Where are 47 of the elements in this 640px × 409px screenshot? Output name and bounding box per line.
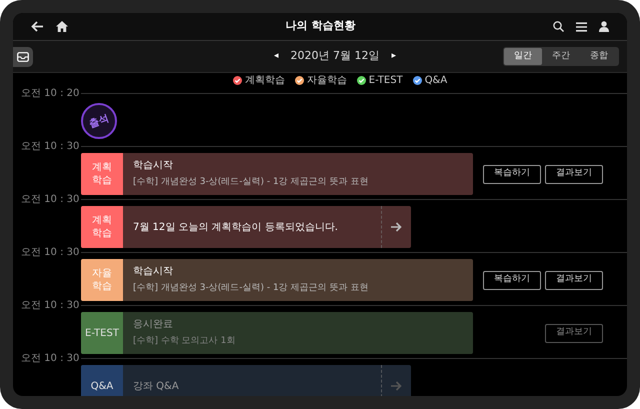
action-button[interactable]: 복습하기 — [483, 270, 541, 290]
card-title: 학습시작 — [133, 265, 174, 280]
time-label: 오전 10 : 30 — [20, 142, 80, 152]
category-badge: 자율 학습 — [81, 259, 123, 301]
person-icon[interactable] — [599, 21, 609, 32]
right-arrow-icon — [391, 381, 402, 391]
action-button[interactable]: 결과보기 — [545, 324, 603, 342]
card-subtitle: [수학] 개념완성 3-상(레드-실력) - 1강 제곱근의 뜻과 표현 — [133, 282, 370, 296]
view-tab[interactable]: 주간 — [542, 48, 580, 65]
notice-card[interactable]: 계획 학습 7월 12일 오늘의 계획학습이 등록되었습니다. — [81, 206, 411, 248]
card-title: 응시완료 — [133, 318, 174, 332]
inbox-button[interactable] — [13, 47, 33, 67]
category-badge: Q&A — [81, 365, 123, 396]
time-label: 오전 10 : 20 — [20, 88, 80, 98]
category-badge: 계획 학습 — [81, 153, 123, 195]
view-tab[interactable]: 종합 — [580, 48, 618, 65]
previous-date-button[interactable]: ◂ — [274, 50, 278, 64]
category-badge: 계획 학습 — [81, 206, 123, 248]
right-arrow-icon — [391, 222, 402, 232]
legend-label: 계획학습 — [244, 74, 285, 88]
card-title: 7월 12일 오늘의 계획학습이 등록되었습니다. — [133, 220, 339, 234]
time-label: 오전 10 : 30 — [20, 248, 80, 258]
inbox-icon — [17, 52, 29, 62]
back-arrow-icon[interactable] — [31, 21, 44, 32]
card-subtitle: [수학] 개념완성 3-상(레드-실력) - 1강 제곱근의 뜻과 표현 — [133, 176, 370, 190]
card-title: 강좌 Q&A — [133, 380, 180, 394]
time-label: 오전 10 : 30 — [20, 300, 80, 310]
time-label: 오전 10 : 30 — [20, 354, 80, 364]
next-date-button[interactable]: ▸ — [391, 50, 396, 64]
action-button[interactable]: 결과보기 — [545, 270, 603, 290]
legend-label: Q&A — [424, 74, 448, 88]
date-label: 2020년 7월 12일 — [290, 48, 380, 64]
notice-card[interactable]: Q&A 강좌 Q&A — [81, 365, 411, 396]
menu-icon[interactable] — [576, 22, 587, 32]
legend-label: E-TEST — [368, 74, 403, 88]
time-label: 오전 10 : 30 — [20, 194, 80, 204]
stamp-text: 출석 — [87, 111, 111, 132]
search-icon[interactable] — [553, 21, 564, 32]
home-icon[interactable] — [56, 21, 68, 32]
legend-label: 자율학습 — [306, 74, 347, 88]
card-title: 학습시작 — [133, 159, 174, 174]
page-title: 나의 학습현황 — [284, 18, 356, 34]
category-badge: E-TEST — [81, 312, 123, 354]
action-button[interactable]: 결과보기 — [545, 164, 603, 184]
action-button[interactable]: 복습하기 — [483, 164, 541, 184]
card-subtitle: [수학] 수학 모의고사 1회 — [133, 335, 236, 348]
view-tab[interactable]: 일간 — [504, 48, 542, 65]
